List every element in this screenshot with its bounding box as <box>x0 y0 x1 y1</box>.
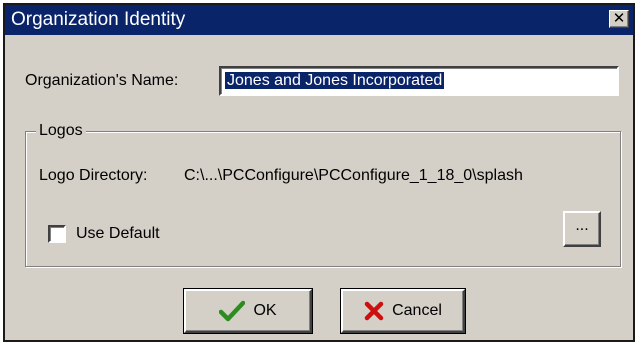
logos-groupbox: Logos Logo Directory: C:\...\PCConfigure… <box>25 121 621 267</box>
ok-label: OK <box>253 302 277 319</box>
organization-name-input[interactable]: Jones and Jones Incorporated <box>219 66 619 96</box>
close-button[interactable]: ✕ <box>609 10 629 28</box>
dialog-title: Organization Identity <box>11 9 186 30</box>
cancel-button[interactable]: Cancel <box>341 289 465 333</box>
checkmark-icon <box>219 300 246 322</box>
use-default-label[interactable]: Use Default <box>76 224 160 244</box>
ok-button[interactable]: OK <box>184 289 312 333</box>
organization-name-label: Organization's Name: <box>25 72 179 89</box>
logo-directory-label: Logo Directory: <box>39 167 148 184</box>
use-default-checkbox[interactable] <box>48 225 66 243</box>
title-bar[interactable]: Organization Identity ✕ <box>5 5 633 35</box>
cancel-label: Cancel <box>392 302 442 319</box>
organization-name-value: Jones and Jones Incorporated <box>225 72 445 89</box>
logos-group-label: Logos <box>36 121 86 141</box>
organization-identity-dialog: Organization Identity ✕ Organization's N… <box>3 3 635 342</box>
close-icon: ✕ <box>612 10 626 27</box>
logo-directory-value: C:\...\PCConfigure\PCConfigure_1_18_0\sp… <box>184 167 523 184</box>
browse-button[interactable]: ... <box>563 211 601 247</box>
x-icon <box>364 301 384 321</box>
